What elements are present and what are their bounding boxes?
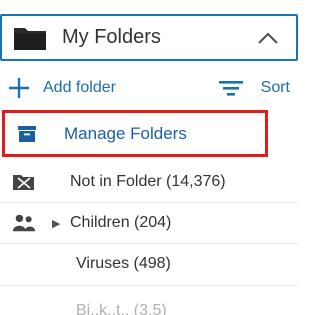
folder-item-viruses[interactable]: Viruses (498) — [0, 244, 298, 284]
chevron-up-icon[interactable] — [254, 28, 282, 48]
my-folders-title: My Folders — [62, 26, 161, 48]
sort-label: Sort — [260, 79, 290, 96]
manage-folders-label: Manage Folders — [64, 123, 187, 143]
plus-icon — [7, 76, 31, 100]
sort-lines-icon — [217, 77, 245, 99]
folder-item-label: Children (204) — [70, 214, 172, 231]
people-icon — [12, 211, 36, 235]
caret-right-icon[interactable]: ▶ — [52, 217, 60, 230]
manage-folders-link[interactable]: Manage Folders — [2, 110, 268, 157]
folder-icon — [12, 23, 48, 53]
folder-item-partial[interactable]: Bi..k..t.. (3.5) — [76, 302, 167, 315]
folder-item-label: Not in Folder (14,376) — [70, 173, 226, 190]
archive-box-icon — [16, 124, 38, 144]
add-folder-label: Add folder — [43, 79, 116, 96]
my-folders-dropdown[interactable]: My Folders — [0, 14, 298, 61]
divider — [0, 285, 298, 286]
folders-panel: My Folders Add folder Sort Manage Folder… — [0, 0, 309, 315]
folder-item-not-in-folder[interactable]: Not in Folder (14,376) — [0, 162, 298, 202]
folder-item-children[interactable]: ▶ Children (204) — [0, 203, 298, 243]
sort-button[interactable]: Sort — [217, 77, 290, 99]
folder-open-icon — [12, 170, 36, 194]
add-folder-button[interactable]: Add folder — [7, 76, 116, 100]
folder-toolbar: Add folder Sort — [0, 72, 298, 104]
folder-item-label: Viruses (498) — [76, 255, 171, 272]
